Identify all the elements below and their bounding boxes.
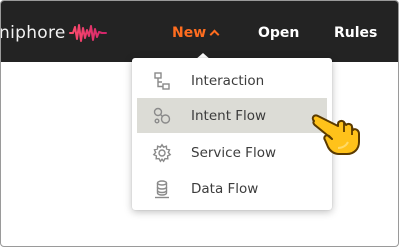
menu-item-service-flow[interactable]: Service Flow <box>137 135 327 170</box>
menu-item-interaction[interactable]: Interaction <box>137 63 327 98</box>
nav-rules-label: Rules <box>334 25 378 41</box>
menu-item-intent-flow[interactable]: Intent Flow <box>137 98 327 133</box>
nav-new-menu[interactable]: New <box>172 23 220 43</box>
menu-item-label: Intent Flow <box>191 107 267 124</box>
intent-flow-icon <box>152 106 172 126</box>
menu-item-label: Data Flow <box>191 180 259 197</box>
nav-open-label: Open <box>258 25 300 41</box>
app-window: niphore New Open Rules Interaction Inten… <box>0 0 399 247</box>
menu-item-label: Interaction <box>191 72 265 89</box>
sound-wave-icon <box>68 24 107 42</box>
database-icon <box>152 179 172 199</box>
gear-icon <box>152 143 172 163</box>
nav-rules[interactable]: Rules <box>334 23 377 43</box>
interaction-icon <box>152 71 172 91</box>
new-dropdown-menu: Interaction Intent Flow Service Flow Dat… <box>132 58 332 210</box>
nav-open[interactable]: Open <box>258 23 299 43</box>
brand-name: niphore <box>0 23 66 43</box>
nav-new-label: New <box>172 25 207 41</box>
menu-item-label: Service Flow <box>191 144 277 161</box>
chevron-up-icon <box>209 29 220 40</box>
hand-pointer-icon <box>311 114 360 155</box>
menu-item-data-flow[interactable]: Data Flow <box>137 171 327 206</box>
brand-logo[interactable]: niphore <box>1 19 107 47</box>
